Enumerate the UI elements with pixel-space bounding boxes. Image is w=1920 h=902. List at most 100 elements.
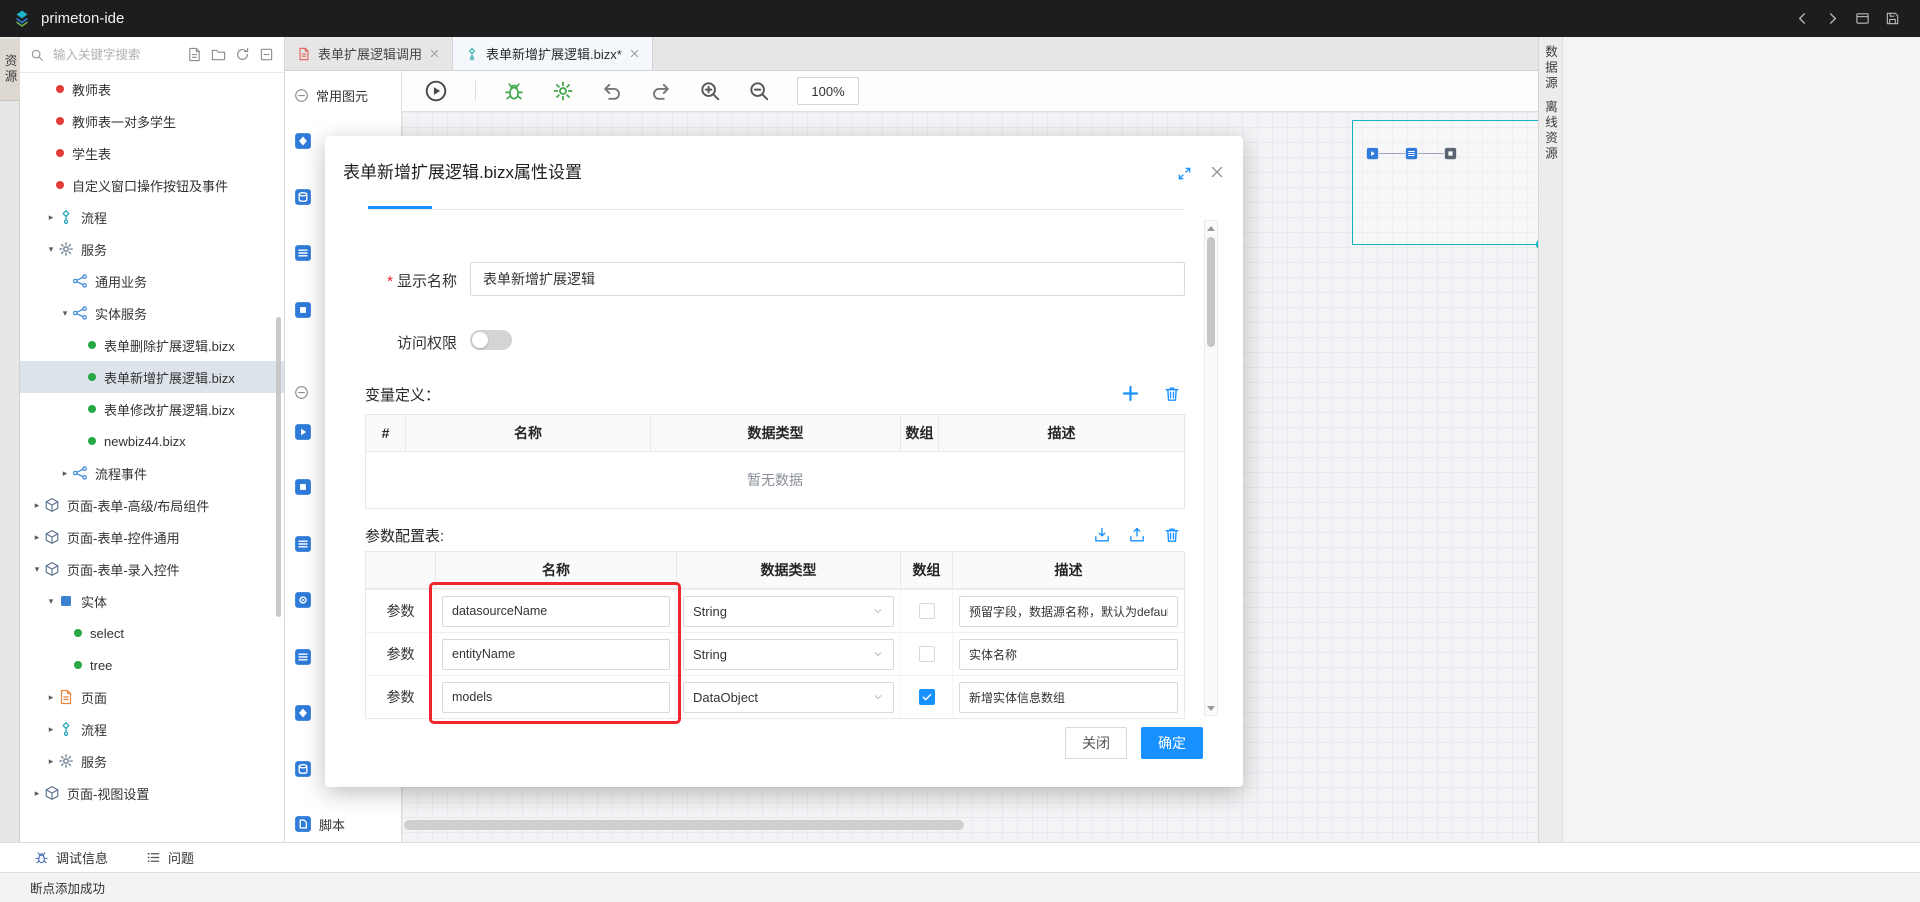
- close-icon[interactable]: [1209, 164, 1225, 180]
- palette-item-script[interactable]: 脚本: [285, 810, 401, 838]
- tree-item-entity[interactable]: ▾实体: [20, 585, 284, 617]
- tree-item-teacher-students[interactable]: 教师表一对多学生: [20, 105, 284, 137]
- chevron-down-icon[interactable]: ▾: [44, 244, 58, 255]
- tree-item-page-view-settings[interactable]: ▸页面-视图设置: [20, 777, 284, 809]
- window-icon[interactable]: [1855, 11, 1870, 26]
- toggle-knob: [472, 332, 488, 348]
- chevron-right-icon[interactable]: ▸: [44, 724, 58, 735]
- explorer-scrollbar[interactable]: [276, 317, 281, 617]
- delete-variable-icon[interactable]: [1163, 385, 1181, 403]
- chevron-right-icon[interactable]: ▸: [30, 532, 44, 543]
- chevron-right-icon[interactable]: ▸: [44, 756, 58, 767]
- param-name-input[interactable]: [442, 682, 670, 713]
- collapse-section-icon[interactable]: [294, 88, 309, 103]
- tree-item-select[interactable]: select: [20, 617, 284, 649]
- add-variable-icon[interactable]: [1121, 384, 1140, 403]
- palette-section-common[interactable]: 常用图元: [285, 81, 401, 109]
- canvas-selection-rect[interactable]: [1352, 120, 1538, 245]
- fullscreen-icon[interactable]: [1177, 166, 1192, 181]
- close-button[interactable]: 关闭: [1065, 727, 1127, 759]
- chevron-down-icon[interactable]: ▾: [58, 308, 72, 319]
- param-array-checkbox[interactable]: [919, 689, 935, 705]
- redo-icon[interactable]: [650, 80, 672, 102]
- tree-item-process[interactable]: ▸流程: [20, 201, 284, 233]
- scroll-thumb[interactable]: [1207, 237, 1215, 347]
- param-desc-input[interactable]: [959, 596, 1178, 627]
- tree-item-student-table[interactable]: 学生表: [20, 137, 284, 169]
- tree-item-bizx-modify[interactable]: 表单修改扩展逻辑.bizx: [20, 393, 284, 425]
- flow-start-node[interactable]: [1366, 147, 1379, 160]
- tab-datasource[interactable]: 数据源: [1539, 45, 1562, 92]
- close-icon[interactable]: [629, 48, 640, 59]
- search-input[interactable]: [51, 47, 187, 63]
- collapse-section-icon[interactable]: [294, 385, 309, 400]
- param-array-checkbox[interactable]: [919, 646, 935, 662]
- tree-item-bizx-delete[interactable]: 表单删除扩展逻辑.bizx: [20, 329, 284, 361]
- chevron-right-icon[interactable]: ▸: [58, 468, 72, 479]
- tree-item-entity-services[interactable]: ▾实体服务: [20, 297, 284, 329]
- chevron-right-icon[interactable]: ▸: [30, 500, 44, 511]
- chevron-down-icon[interactable]: ▾: [44, 596, 58, 607]
- tree-item-services-2[interactable]: ▸服务: [20, 745, 284, 777]
- param-desc-input[interactable]: [959, 682, 1178, 713]
- import-params-icon[interactable]: [1093, 526, 1111, 544]
- param-array-checkbox[interactable]: [919, 603, 935, 619]
- chevron-right-icon[interactable]: ▸: [44, 212, 58, 223]
- tree-item-page[interactable]: ▸页面: [20, 681, 284, 713]
- tree-item-bizx-add-selected[interactable]: 表单新增扩展逻辑.bizx: [20, 361, 284, 393]
- tab-problems[interactable]: 问题: [146, 848, 194, 867]
- canvas-hscrollbar[interactable]: [404, 820, 964, 830]
- delete-param-icon[interactable]: [1163, 526, 1181, 544]
- dialog-scrollbar[interactable]: [1204, 220, 1218, 716]
- tab-offline-resources[interactable]: 离线资源: [1539, 100, 1562, 162]
- zoom-level-select[interactable]: 100%: [797, 77, 859, 105]
- tree-item-tree[interactable]: tree: [20, 649, 284, 681]
- flow-activity-node[interactable]: [1405, 147, 1418, 160]
- locate-file-icon[interactable]: [187, 47, 202, 62]
- back-icon[interactable]: [1795, 11, 1810, 26]
- tree-item-page-form-common[interactable]: ▸页面-表单-控件通用: [20, 521, 284, 553]
- tab-debug-info[interactable]: 调试信息: [34, 848, 108, 867]
- settings-run-icon[interactable]: [552, 80, 574, 102]
- tree-item-page-form-advanced[interactable]: ▸页面-表单-高级/布局组件: [20, 489, 284, 521]
- refresh-icon[interactable]: [235, 47, 250, 62]
- tree-item-newbiz44[interactable]: newbiz44.bizx: [20, 425, 284, 457]
- tab-form-ext-logic-call[interactable]: 表单扩展逻辑调用: [285, 37, 453, 70]
- undo-icon[interactable]: [601, 80, 623, 102]
- param-type-select[interactable]: String: [683, 596, 894, 627]
- tab-form-add-ext-logic[interactable]: 表单新增扩展逻辑.bizx*: [453, 37, 653, 70]
- title-bar: primeton-ide: [0, 0, 1920, 37]
- param-name-input[interactable]: [442, 639, 670, 670]
- chevron-down-icon[interactable]: ▾: [30, 564, 44, 575]
- tree-item-services[interactable]: ▾服务: [20, 233, 284, 265]
- scroll-up-arrow[interactable]: [1205, 222, 1217, 234]
- collapse-all-icon[interactable]: [259, 47, 274, 62]
- debug-bug-icon[interactable]: [503, 80, 525, 102]
- param-type-select[interactable]: String: [683, 639, 894, 670]
- chevron-right-icon[interactable]: ▸: [30, 788, 44, 799]
- run-debug-icon[interactable]: [424, 79, 448, 103]
- param-type-select[interactable]: DataObject: [683, 682, 894, 713]
- tree-item-teacher-table[interactable]: 教师表: [20, 73, 284, 105]
- scroll-down-arrow[interactable]: [1205, 702, 1217, 714]
- zoom-out-icon[interactable]: [748, 80, 770, 102]
- param-desc-input[interactable]: [959, 639, 1178, 670]
- access-toggle[interactable]: [470, 330, 512, 350]
- tree-item-process-events[interactable]: ▸流程事件: [20, 457, 284, 489]
- tree-item-process-2[interactable]: ▸流程: [20, 713, 284, 745]
- chevron-right-icon[interactable]: ▸: [44, 692, 58, 703]
- forward-icon[interactable]: [1825, 11, 1840, 26]
- folder-icon[interactable]: [211, 47, 226, 62]
- export-params-icon[interactable]: [1128, 526, 1146, 544]
- flow-end-node[interactable]: [1444, 147, 1457, 160]
- save-icon[interactable]: [1885, 11, 1900, 26]
- tree-item-page-form-input[interactable]: ▾页面-表单-录入控件: [20, 553, 284, 585]
- param-name-input[interactable]: [442, 596, 670, 627]
- tree-item-common-business[interactable]: 通用业务: [20, 265, 284, 297]
- resources-vertical-tab[interactable]: 资源: [0, 39, 20, 101]
- display-name-input[interactable]: [470, 262, 1185, 296]
- close-icon[interactable]: [429, 48, 440, 59]
- confirm-button[interactable]: 确定: [1141, 727, 1203, 759]
- zoom-in-icon[interactable]: [699, 80, 721, 102]
- tree-item-custom-window[interactable]: 自定义窗口操作按钮及事件: [20, 169, 284, 201]
